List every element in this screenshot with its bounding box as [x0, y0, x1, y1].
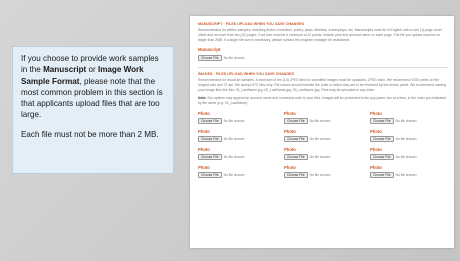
- callout-bold-manuscript: Manuscript: [43, 65, 87, 75]
- photo-file-status: No file chosen: [395, 137, 417, 142]
- manuscript-description: Recommended for written samples, includi…: [198, 28, 442, 42]
- photo-label: Photo: [284, 110, 296, 116]
- photo-file-input[interactable]: Choose File No file chosen: [198, 136, 276, 143]
- photo-upload-1: Photo Choose File No file chosen: [198, 111, 276, 127]
- photo-choose-file-button[interactable]: Choose File: [198, 118, 222, 125]
- callout-box: If you choose to provide work samples in…: [12, 46, 174, 174]
- photo-choose-file-button[interactable]: Choose File: [284, 154, 308, 161]
- images-description: Recommended for visual art samples. A mi…: [198, 77, 447, 92]
- photo-choose-file-button[interactable]: Choose File: [284, 136, 308, 143]
- photo-label: Photo: [370, 128, 382, 134]
- images-note-text: Our system may append an account name an…: [198, 96, 446, 106]
- photo-upload-5: Photo Choose File No file chosen: [284, 129, 362, 145]
- photo-file-status: No file chosen: [395, 155, 417, 160]
- photo-upload-9: Photo Choose File No file chosen: [370, 147, 448, 163]
- manuscript-upload-label: Manuscript: [198, 47, 221, 53]
- photo-choose-file-button[interactable]: Choose File: [198, 172, 222, 179]
- photo-choose-file-button[interactable]: Choose File: [370, 118, 394, 125]
- photo-file-status: No file chosen: [223, 119, 245, 124]
- photo-choose-file-button[interactable]: Choose File: [284, 118, 308, 125]
- photo-choose-file-button[interactable]: Choose File: [284, 172, 308, 179]
- callout-text-2: or: [86, 65, 98, 75]
- images-note-label: Note:: [198, 96, 207, 101]
- photo-file-status: No file chosen: [309, 155, 331, 160]
- photo-file-status: No file chosen: [223, 155, 245, 160]
- photo-file-input[interactable]: Choose File No file chosen: [198, 118, 276, 125]
- photo-label: Photo: [198, 110, 210, 116]
- photo-label: Photo: [198, 164, 210, 170]
- images-note: Note: Our system may append an account n…: [198, 96, 448, 106]
- photo-file-input[interactable]: Choose File No file chosen: [284, 154, 362, 161]
- photo-label: Photo: [284, 128, 296, 134]
- photo-upload-11: Photo Choose File No file chosen: [284, 165, 362, 181]
- photo-file-input[interactable]: Choose File No file chosen: [198, 172, 276, 179]
- photo-file-input[interactable]: Choose File No file chosen: [198, 154, 276, 161]
- photo-choose-file-button[interactable]: Choose File: [370, 154, 394, 161]
- manuscript-file-status: No file chosen: [223, 55, 245, 60]
- photo-file-input[interactable]: Choose File No file chosen: [370, 136, 448, 143]
- callout-paragraph-2: Each file must not be more than 2 MB.: [21, 129, 159, 139]
- photo-file-status: No file chosen: [223, 173, 245, 178]
- photo-label: Photo: [284, 164, 296, 170]
- photo-upload-2: Photo Choose File No file chosen: [284, 111, 362, 127]
- photo-upload-10: Photo Choose File No file chosen: [198, 165, 276, 181]
- photo-choose-file-button[interactable]: Choose File: [370, 136, 394, 143]
- photo-upload-grid: Photo Choose File No file chosen Photo Ch…: [198, 111, 448, 181]
- photo-choose-file-button[interactable]: Choose File: [198, 154, 222, 161]
- photo-label: Photo: [370, 164, 382, 170]
- photo-label: Photo: [198, 146, 210, 152]
- photo-choose-file-button[interactable]: Choose File: [198, 136, 222, 143]
- manuscript-file-input[interactable]: Choose File No file chosen: [198, 54, 448, 61]
- photo-label: Photo: [370, 110, 382, 116]
- section-divider: [198, 67, 448, 68]
- photo-label: Photo: [370, 146, 382, 152]
- photo-file-input[interactable]: Choose File No file chosen: [284, 172, 362, 179]
- photo-upload-6: Photo Choose File No file chosen: [370, 129, 448, 145]
- photo-file-input[interactable]: Choose File No file chosen: [370, 172, 448, 179]
- form-screenshot: MANUSCRIPT · FILES UPLOAD WHEN YOU SAVE …: [190, 16, 454, 248]
- slide-background: If you choose to provide work samples in…: [0, 0, 460, 261]
- photo-file-input[interactable]: Choose File No file chosen: [370, 118, 448, 125]
- photo-file-status: No file chosen: [309, 119, 331, 124]
- photo-file-status: No file chosen: [223, 137, 245, 142]
- photo-label: Photo: [284, 146, 296, 152]
- photo-file-input[interactable]: Choose File No file chosen: [284, 136, 362, 143]
- photo-file-status: No file chosen: [395, 119, 417, 124]
- images-heading: IMAGES · FILES UPLOAD WHEN YOU SAVE CHAN…: [198, 71, 295, 76]
- photo-upload-7: Photo Choose File No file chosen: [198, 147, 276, 163]
- manuscript-choose-file-button[interactable]: Choose File: [198, 54, 222, 61]
- photo-upload-12: Photo Choose File No file chosen: [370, 165, 448, 181]
- photo-upload-4: Photo Choose File No file chosen: [198, 129, 276, 145]
- photo-choose-file-button[interactable]: Choose File: [370, 172, 394, 179]
- manuscript-heading: MANUSCRIPT · FILES UPLOAD WHEN YOU SAVE …: [198, 22, 305, 26]
- photo-file-input[interactable]: Choose File No file chosen: [370, 154, 448, 161]
- photo-upload-3: Photo Choose File No file chosen: [370, 111, 448, 127]
- photo-file-status: No file chosen: [395, 173, 417, 178]
- photo-file-input[interactable]: Choose File No file chosen: [284, 118, 362, 125]
- photo-label: Photo: [198, 128, 210, 134]
- photo-file-status: No file chosen: [309, 137, 331, 142]
- photo-file-status: No file chosen: [309, 173, 331, 178]
- callout-paragraph-1: If you choose to provide work samples in…: [21, 53, 167, 121]
- photo-upload-8: Photo Choose File No file chosen: [284, 147, 362, 163]
